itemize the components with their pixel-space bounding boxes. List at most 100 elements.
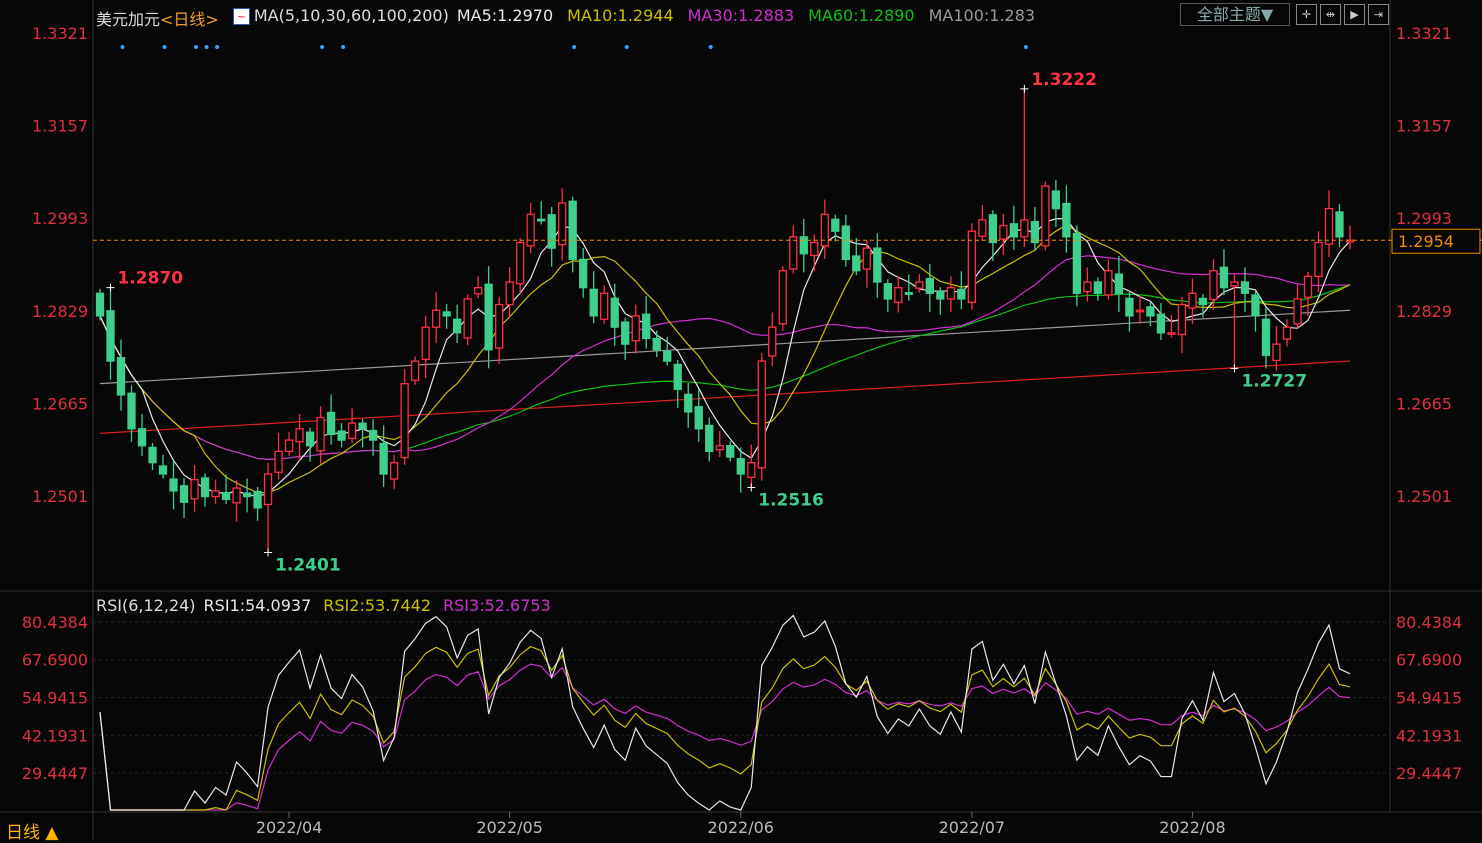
candle-down: [673, 363, 682, 390]
ma-label: MA(5,10,30,60,100,200): [253, 6, 449, 25]
candle-up: [505, 281, 514, 306]
price-tick-left: 1.3321: [32, 24, 88, 43]
candle-up: [211, 490, 220, 498]
rsi-line-rsi2: [99, 645, 1351, 811]
period-tag: <日线>: [160, 10, 219, 29]
rsi-tick-left: 54.9415: [22, 689, 88, 708]
candle-down: [705, 424, 714, 453]
candle-down: [694, 406, 703, 430]
candle-up: [747, 462, 756, 479]
rsi-tick-left: 80.4384: [22, 613, 88, 632]
rsi3-value: RSI3:52.6753: [443, 596, 551, 615]
low-price-label: 1.2516: [758, 491, 824, 511]
candle-down: [305, 431, 315, 447]
x-tick-label: 2022/06: [708, 818, 774, 837]
theme-dropdown[interactable]: 全部主题▼: [1180, 3, 1290, 26]
price-tick-left: 1.2829: [32, 302, 88, 321]
candle-down: [1251, 294, 1260, 317]
ma-indicator-icon[interactable]: ~: [232, 8, 250, 25]
candle-down: [1219, 266, 1229, 289]
price-tick-right: 1.2501: [1396, 487, 1452, 506]
candle-up: [463, 298, 472, 339]
candle-down: [1009, 223, 1019, 238]
zoom-range-icon[interactable]: ⇹: [1320, 4, 1341, 25]
signal-dot: [162, 45, 167, 49]
crosshair-icon[interactable]: ✛: [1296, 4, 1317, 25]
candle-down: [904, 292, 913, 295]
candle-down: [442, 311, 451, 317]
candle-up: [526, 213, 535, 247]
candle-down: [484, 283, 493, 351]
candle-up: [789, 236, 798, 270]
low-price-label: 1.2401: [275, 555, 341, 575]
signal-dot: [572, 45, 577, 49]
candle-down: [1156, 313, 1166, 334]
candle-up: [946, 286, 955, 300]
candle-up: [558, 202, 567, 246]
candle-up: [232, 487, 241, 504]
signal-dot: [215, 45, 220, 49]
candle-up: [495, 303, 504, 349]
signal-dot: [320, 45, 325, 49]
candle-down: [663, 350, 672, 362]
candle-up: [1230, 281, 1239, 287]
candle-up: [715, 445, 724, 451]
candle-up: [600, 292, 609, 320]
candle-down: [799, 236, 808, 255]
ma30-value: MA30:1.2883: [687, 6, 795, 25]
candle-up: [1188, 292, 1197, 309]
ma5-line: [99, 218, 1351, 498]
candle-down: [326, 411, 336, 436]
period-selector[interactable]: 日线 ▲: [6, 818, 58, 843]
candle-down: [337, 430, 346, 441]
rsi-tick-right: 42.1931: [1396, 726, 1462, 745]
candle-down: [831, 218, 840, 232]
signal-dot: [1023, 45, 1028, 49]
x-tick-label: 2022/05: [476, 818, 542, 837]
rsi2-value: RSI2:53.7442: [323, 596, 432, 615]
candle-up: [274, 450, 283, 473]
candle-down: [642, 313, 651, 340]
candle-down: [957, 288, 966, 300]
candle-down: [873, 247, 882, 283]
candle-down: [1062, 202, 1071, 238]
candle-up: [1135, 309, 1145, 313]
candle-up: [757, 360, 766, 469]
candle-down: [1240, 281, 1250, 294]
candle-up: [820, 213, 829, 247]
candle-down: [610, 297, 619, 328]
chart-canvas[interactable]: 1.3321 1.3321 1.3157 1.3157 1.2993 1.2993 1.28…: [0, 0, 1482, 840]
candle-up: [778, 270, 787, 325]
candle-down: [589, 288, 598, 317]
extreme-marker: [1230, 364, 1239, 373]
play-icon[interactable]: ▶: [1344, 4, 1365, 25]
candle-down: [169, 478, 178, 492]
rsi-tick-left: 29.4447: [22, 764, 88, 783]
rsi-tick-right: 80.4384: [1396, 613, 1462, 632]
rsi-line-rsi1: [99, 614, 1351, 811]
x-tick-label: 2022/07: [939, 818, 1005, 837]
signal-dot: [204, 45, 209, 49]
candle-up: [1041, 185, 1050, 247]
candle-up: [1177, 303, 1187, 336]
exit-icon[interactable]: ⇥: [1368, 4, 1389, 25]
symbol-name: 美元加元: [96, 10, 161, 29]
candle-up: [1167, 332, 1176, 335]
candle-down: [148, 446, 157, 464]
candle-down: [368, 429, 378, 441]
signal-dot: [708, 45, 713, 49]
candle-down: [1093, 281, 1103, 294]
candle-up: [474, 286, 483, 295]
candle-up: [190, 478, 199, 500]
price-tick-right: 1.3157: [1396, 117, 1452, 136]
candle-up: [263, 473, 273, 506]
candle-up: [978, 219, 987, 237]
rsi-tick-left: 67.6900: [22, 651, 88, 670]
ma60-value: MA60:1.2890: [808, 6, 915, 25]
last-price-label: 1.2954: [1398, 232, 1454, 251]
candle-up: [1272, 343, 1281, 362]
signal-dot: [341, 45, 346, 49]
candle-up: [431, 309, 441, 328]
candle-up: [810, 241, 819, 257]
candle-down: [852, 255, 861, 272]
